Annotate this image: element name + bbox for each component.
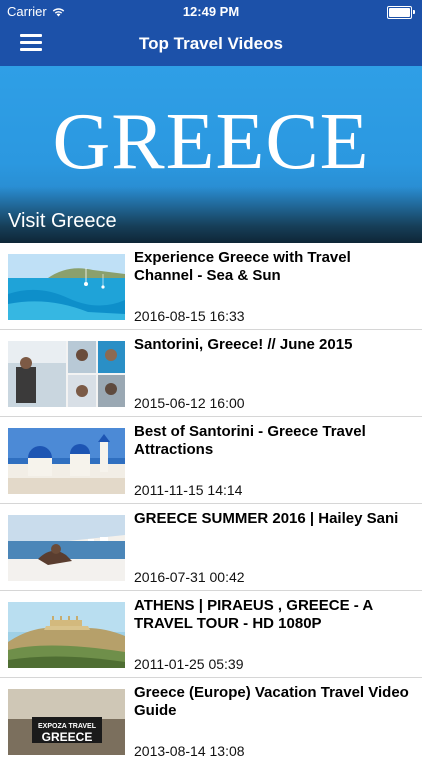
video-date: 2011-01-25 05:39 — [134, 656, 244, 672]
video-title: Experience Greece with Travel Channel - … — [134, 249, 351, 284]
video-title: Best of Santorini - Greece Travel Attrac… — [134, 423, 366, 458]
video-list-item[interactable]: Santorini, Greece! // June 2015 2015-06-… — [0, 330, 422, 417]
video-thumbnail — [8, 254, 125, 320]
video-list-item[interactable]: EXPOZA TRAVEL GREECE Greece (Europe) Vac… — [0, 678, 422, 764]
status-time: 12:49 PM — [182, 4, 240, 19]
battery-icon — [387, 6, 415, 19]
video-thumbnail — [8, 341, 125, 407]
video-title: Greece (Europe) Vacation Travel Video Gu… — [134, 684, 409, 719]
video-title: GREECE SUMMER 2016 | Hailey Sani — [134, 510, 399, 527]
navigation-header: Carrier 12:49 PM Top Travel Videos — [0, 0, 422, 66]
video-list-item[interactable]: Best of Santorini - Greece Travel Attrac… — [0, 417, 422, 504]
featured-banner[interactable]: GREECE Visit Greece — [0, 66, 422, 243]
video-list-item[interactable]: Experience Greece with Travel Channel - … — [0, 243, 422, 330]
banner-caption: Visit Greece — [8, 210, 117, 232]
video-list-item[interactable]: ATHENS | PIRAEUS , GREECE - A TRAVEL TOU… — [0, 591, 422, 678]
video-date: 2015-06-12 16:00 — [134, 395, 245, 411]
video-thumbnail — [8, 428, 125, 494]
video-list-item[interactable]: GREECE SUMMER 2016 | Hailey Sani 2016-07… — [0, 504, 422, 591]
video-title: ATHENS | PIRAEUS , GREECE - A TRAVEL TOU… — [134, 597, 373, 632]
video-thumbnail: EXPOZA TRAVEL GREECE — [8, 689, 125, 755]
thumbnail-brand-text: EXPOZA TRAVEL — [38, 723, 97, 730]
page-title: Top Travel Videos — [139, 34, 283, 53]
video-date: 2013-08-14 13:08 — [134, 743, 245, 759]
thumbnail-country-text: GREECE — [42, 730, 93, 744]
video-title: Santorini, Greece! // June 2015 — [134, 336, 353, 353]
video-thumbnail — [8, 602, 125, 668]
video-date: 2016-07-31 00:42 — [134, 569, 245, 585]
banner-word: GREECE — [52, 98, 370, 186]
video-list: Experience Greece with Travel Channel - … — [0, 243, 422, 764]
video-date: 2011-11-15 14:14 — [134, 482, 243, 498]
video-thumbnail — [8, 515, 125, 581]
status-bar: Carrier 12:49 PM — [0, 0, 422, 22]
video-date: 2016-08-15 16:33 — [134, 308, 245, 324]
